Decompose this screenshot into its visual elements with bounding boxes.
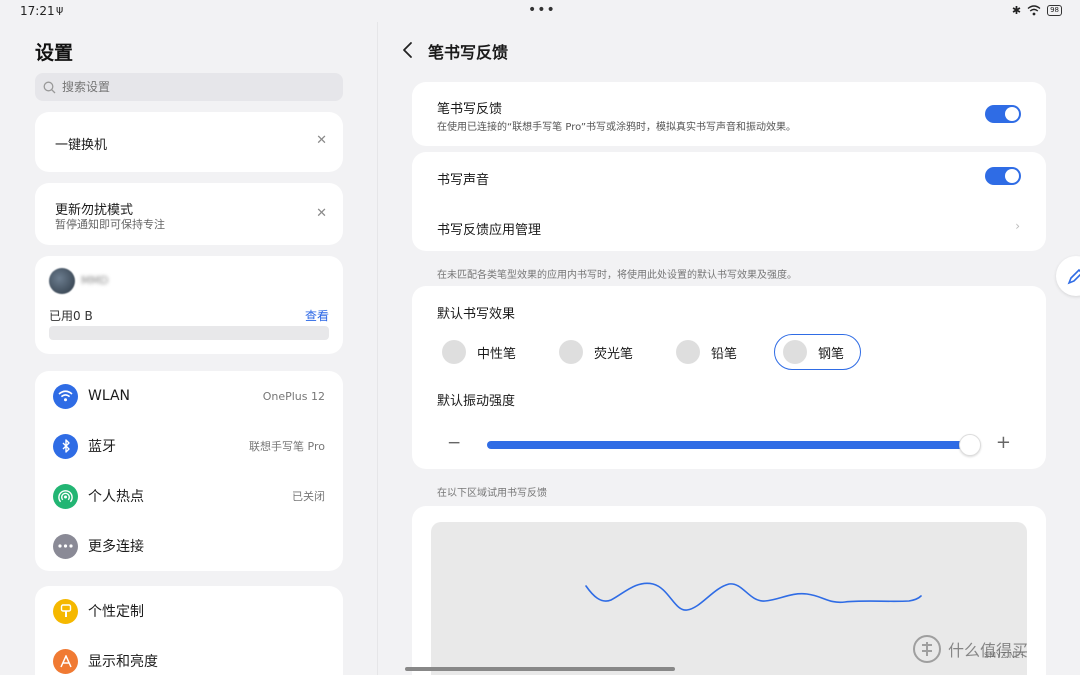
radio-icon [442,340,466,364]
personalization-card: 个性定制 显示和亮度 [35,586,343,675]
settings-item-bluetooth[interactable]: 蓝牙 联想手写笔 Pro [35,421,343,471]
radio-icon [783,340,807,364]
pen-feedback-toggle[interactable] [985,105,1021,123]
status-icons: ✱ 98 [1012,4,1062,17]
default-effect-title: 默认书写效果 [437,307,516,322]
pen-option-highlighter[interactable]: 荧光笔 [551,334,633,370]
default-effect-card: 默认书写效果 中性笔 荧光笔 铅笔 钢笔 默认振动强度 − + [412,286,1046,469]
writing-sound-title: 书写声音 [437,173,490,188]
storage-progress-bar [49,326,329,340]
view-storage-link[interactable]: 查看 [305,307,329,324]
settings-title: 设置 [35,42,74,64]
suggestion-title: 一键换机 [55,138,108,153]
settings-item-label: 个性定制 [88,604,144,620]
settings-item-label: 蓝牙 [88,439,116,455]
brush-icon [53,598,78,624]
pen-option-pencil[interactable]: 铅笔 [668,334,737,370]
pen-option-fountain[interactable]: 钢笔 [774,334,862,370]
settings-item-more-connections[interactable]: 更多连接 [35,521,343,571]
watermark-logo-icon [913,635,941,663]
multitask-dots-icon[interactable]: ••• [528,2,556,18]
page-title: 笔书写反馈 [428,43,509,62]
settings-item-personalization[interactable]: 个性定制 [35,586,343,636]
vibration-title: 默认振动强度 [437,394,516,409]
feedback-app-management-row[interactable]: 书写反馈应用管理 › [412,202,1046,251]
increase-button[interactable]: + [996,432,1011,453]
settings-item-label: 个人热点 [88,489,144,505]
close-icon[interactable]: ✕ [316,206,327,221]
battery-icon: 98 [1047,5,1062,16]
wifi-icon [53,383,78,409]
pen-icon [1067,268,1080,285]
search-input[interactable] [62,80,322,94]
settings-item-label: WLAN [88,388,131,404]
writing-sound-toggle[interactable] [985,167,1021,185]
writing-sound-row[interactable]: 书写声音 [412,152,1046,202]
account-card[interactable]: MMD 已用0 B 查看 [35,256,343,354]
more-icon [53,533,78,559]
vibration-slider-thumb[interactable] [959,434,981,456]
back-arrow-icon[interactable] [400,40,416,60]
feedback-app-management-title: 书写反馈应用管理 [437,223,542,238]
toggle-knob [1005,107,1019,121]
sound-settings-card: 书写声音 书写反馈应用管理 › [412,152,1046,251]
toggle-knob [1005,169,1019,183]
search-bar[interactable] [35,73,343,101]
wifi-status-icon [1027,5,1041,16]
pen-option-label: 荧光笔 [594,346,634,362]
status-time: 17:21 [20,4,55,18]
settings-item-value: 已关闭 [292,490,325,503]
avatar [49,268,75,294]
hotspot-icon [53,483,78,509]
home-indicator[interactable] [405,667,675,671]
settings-item-display[interactable]: 显示和亮度 [35,636,343,675]
search-icon [43,81,56,93]
suggestion-card-dnd[interactable]: 更新勿扰模式 暂停通知即可保持专注 ✕ [35,183,343,245]
bluetooth-icon [53,433,78,459]
watermark-sub: SMYZ.NET [984,651,1025,660]
pen-option-label: 钢笔 [818,346,845,362]
settings-item-hotspot[interactable]: 个人热点 已关闭 [35,471,343,521]
settings-sidebar: 设置 一键换机 ✕ 更新勿扰模式 暂停通知即可保持专注 ✕ MMD 已用0 B … [0,22,378,675]
settings-item-value: OnePlus 12 [262,389,325,403]
suggestion-card-phone-clone[interactable]: 一键换机 ✕ [35,112,343,172]
pen-feedback-page: 笔书写反馈 笔书写反馈 在使用已连接的“联想手写笔 Pro”书写或涂鸦时，模拟真… [378,22,1080,675]
account-name: MMD [81,274,109,287]
pen-option-label: 铅笔 [711,346,738,362]
try-area-note: 在以下区域试用书写反馈 [437,488,547,499]
cloud-storage-used: 已用0 B [49,309,93,323]
default-effect-note: 在未匹配各类笔型效果的应用内书写时，将使用此处设置的默认书写效果及强度。 [437,270,797,281]
suggestion-subtitle: 暂停通知即可保持专注 [55,218,165,231]
watermark: 什么值得买 SMYZ.NET [912,634,1028,664]
chevron-right-icon: › [1015,219,1020,233]
usb-icon: ψ [56,3,64,16]
decrease-button[interactable]: − [447,433,461,453]
pen-feedback-card: 笔书写反馈 在使用已连接的“联想手写笔 Pro”书写或涂鸦时，模拟真实书写声音和… [412,82,1046,146]
radio-icon [676,340,700,364]
pen-option-label: 中性笔 [477,346,517,362]
settings-item-label: 更多连接 [88,539,144,555]
bluetooth-status-icon: ✱ [1011,4,1022,17]
connections-card: WLAN OnePlus 12 蓝牙 联想手写笔 Pro 个人热点 已关闭 更多… [35,371,343,571]
pen-option-gel[interactable]: 中性笔 [434,334,516,370]
vibration-slider-track[interactable] [487,441,967,449]
pen-feedback-description: 在使用已连接的“联想手写笔 Pro”书写或涂鸦时，模拟真实书写声音和振动效果。 [437,122,797,133]
status-bar: 17:21 ψ ••• ✱ 98 [0,0,1080,22]
radio-icon [559,340,583,364]
settings-item-label: 显示和亮度 [88,654,158,670]
close-icon[interactable]: ✕ [316,133,327,148]
settings-item-wlan[interactable]: WLAN OnePlus 12 [35,371,343,421]
pen-feedback-title: 笔书写反馈 [437,102,503,117]
display-icon [53,648,78,674]
settings-item-value: 联想手写笔 Pro [249,440,325,453]
